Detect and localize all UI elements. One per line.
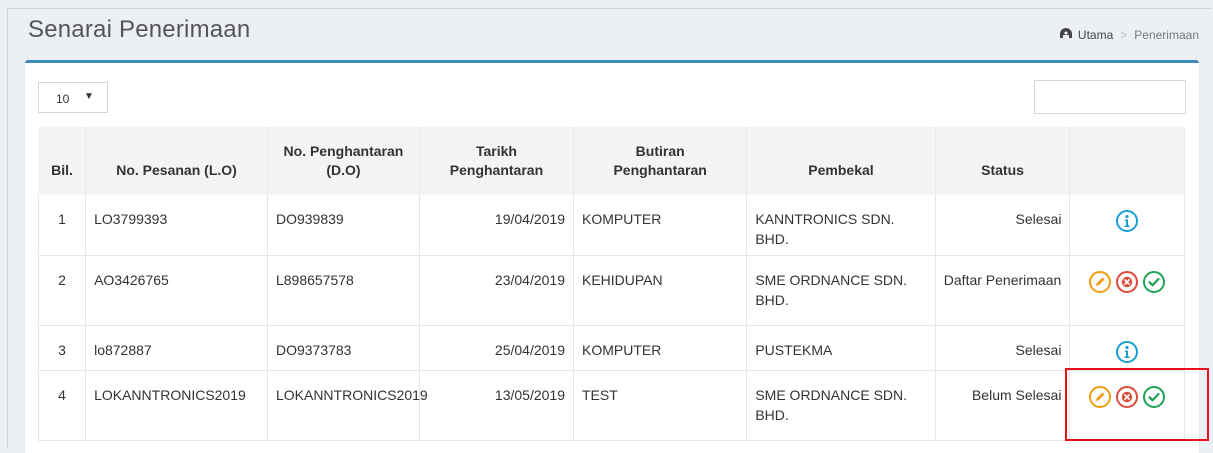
- breadcrumb-separator: >: [1120, 27, 1128, 42]
- cell-tarikh: 13/05/2019: [418, 370, 574, 441]
- cell-do: L898657578: [266, 255, 420, 326]
- cell-tarikh: 25/04/2019: [418, 325, 574, 371]
- info-icon[interactable]: [1115, 340, 1139, 364]
- page-title: Senarai Penerimaan: [28, 16, 251, 43]
- table-header-row: Bil. No. Pesanan (L.O) No. Penghantaran(…: [37, 127, 1185, 195]
- table-row: 4 LOKANNTRONICS2019 LOKANNTRONICS2019 13…: [37, 370, 1185, 441]
- cell-butiran: KEHIDUPAN: [572, 255, 748, 326]
- cell-tarikh: 19/04/2019: [418, 194, 574, 256]
- cell-actions: [1069, 194, 1185, 256]
- col-header-status[interactable]: Status: [934, 127, 1071, 195]
- cell-do: LOKANNTRONICS2019: [266, 370, 428, 441]
- receipt-table: Bil. No. Pesanan (L.O) No. Penghantaran(…: [37, 127, 1185, 441]
- cell-butiran: TEST: [572, 370, 748, 441]
- cell-status: Belum Selesai: [934, 370, 1071, 441]
- cell-pembekal: PUSTEKMA: [746, 325, 936, 371]
- cell-bil: 2: [37, 255, 87, 326]
- dashboard-icon: [1059, 27, 1073, 42]
- cell-do: DO9373783: [266, 325, 420, 371]
- receipt-list-box: 10 ▼ Bil. No. Pesanan (L.O) No. Penghant…: [25, 60, 1199, 453]
- approve-icon[interactable]: [1142, 270, 1166, 294]
- page-length-value: 10: [56, 92, 70, 106]
- table-row: 1 LO3799393 DO939839 19/04/2019 KOMPUTER…: [37, 194, 1185, 256]
- cell-tarikh: 23/04/2019: [418, 255, 574, 326]
- cell-status: Selesai: [934, 325, 1071, 371]
- cell-lo: AO3426765: [85, 255, 268, 326]
- cell-bil: 3: [37, 325, 87, 371]
- cell-lo: lo872887: [85, 325, 268, 371]
- breadcrumb-current: Penerimaan: [1134, 27, 1199, 42]
- col-header-pesanan[interactable]: No. Pesanan (L.O): [85, 127, 268, 195]
- cell-status: Selesai: [934, 194, 1071, 256]
- col-header-tarikh[interactable]: Tarikh Penghantaran: [418, 127, 574, 195]
- cell-pembekal: SME ORDNANCE SDN. BHD.: [746, 255, 936, 326]
- cell-pembekal: SME ORDNANCE SDN. BHD.: [746, 370, 936, 441]
- col-header-butiran[interactable]: Butiran Penghantaran: [572, 127, 748, 195]
- page-length-select[interactable]: 10 ▼: [38, 82, 108, 113]
- cell-butiran: KOMPUTER: [572, 194, 748, 256]
- chevron-down-icon: ▼: [84, 91, 94, 102]
- cell-butiran: KOMPUTER: [572, 325, 748, 371]
- cell-lo: LOKANNTRONICS2019: [85, 370, 268, 441]
- cell-bil: 4: [37, 370, 87, 441]
- cell-status: Daftar Penerimaan: [934, 255, 1071, 326]
- breadcrumb: Utama > Penerimaan: [1059, 27, 1199, 42]
- col-header-actions: [1069, 127, 1185, 195]
- col-header-pembekal[interactable]: Pembekal: [746, 127, 936, 195]
- breadcrumb-home-link[interactable]: Utama: [1078, 28, 1113, 42]
- info-icon[interactable]: [1115, 209, 1139, 233]
- edit-icon[interactable]: [1088, 270, 1112, 294]
- cell-pembekal: KANNTRONICS SDN. BHD.: [746, 194, 936, 256]
- table-row: 2 AO3426765 L898657578 23/04/2019 KEHIDU…: [37, 255, 1185, 326]
- delete-icon[interactable]: [1115, 270, 1139, 294]
- highlight-annotation: [1065, 368, 1209, 441]
- cell-actions: [1069, 325, 1185, 371]
- cell-actions: [1069, 255, 1185, 326]
- col-header-bil[interactable]: Bil.: [37, 127, 87, 195]
- cell-lo: LO3799393: [85, 194, 268, 256]
- cell-bil: 1: [37, 194, 87, 256]
- col-header-penghantaran[interactable]: No. Penghantaran (D.O): [266, 127, 420, 195]
- cell-do: DO939839: [266, 194, 420, 256]
- search-input[interactable]: [1034, 80, 1186, 114]
- table-row: 3 lo872887 DO9373783 25/04/2019 KOMPUTER…: [37, 325, 1185, 371]
